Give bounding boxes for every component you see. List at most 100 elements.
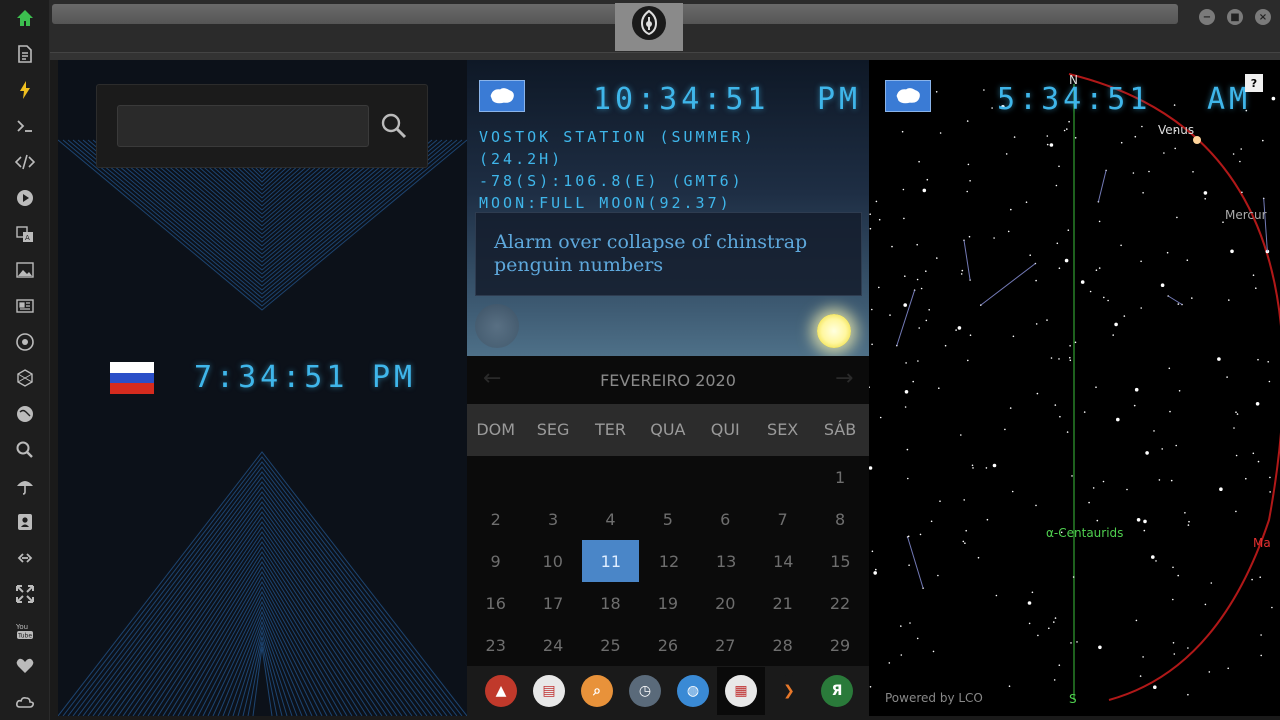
contacts-icon[interactable] <box>13 510 37 534</box>
calendar-day[interactable]: 6 <box>697 498 754 540</box>
prev-month-button[interactable]: ← <box>483 366 501 391</box>
calendar-day[interactable]: 19 <box>639 582 696 624</box>
calendar-day[interactable]: 3 <box>524 498 581 540</box>
calendar-day[interactable]: 10 <box>524 540 581 582</box>
calendar-day[interactable]: 20 <box>697 582 754 624</box>
search-button[interactable] <box>377 105 411 147</box>
calendar-day[interactable]: 15 <box>812 540 869 582</box>
calendar-day[interactable]: 9 <box>467 540 524 582</box>
calendar-week: 16 17 18 19 20 21 22 <box>467 582 869 624</box>
image-icon[interactable] <box>13 258 37 282</box>
calendar-day[interactable]: 14 <box>755 540 812 582</box>
rebel-logo-icon[interactable] <box>632 6 666 40</box>
calendar-day[interactable]: 29 <box>811 624 868 666</box>
day-length: (24.2H) <box>479 150 564 168</box>
south-label: S <box>1069 692 1077 706</box>
maximize-button[interactable]: ■ <box>1227 9 1243 25</box>
news-headline[interactable]: Alarm over collapse of chinstrap penguin… <box>475 212 862 296</box>
calendar-day[interactable]: 16 <box>467 582 524 624</box>
sky-map-panel: 5:34:51 AM ? N S Venus Mercur Ma α-Centa… <box>869 60 1280 716</box>
search-input[interactable] <box>117 105 369 147</box>
translate-icon[interactable]: A <box>13 222 37 246</box>
calendar-day[interactable]: 1 <box>811 456 868 498</box>
toolbar-strip <box>50 52 1280 60</box>
calendar-day[interactable]: 26 <box>639 624 696 666</box>
calendar-week: 1 <box>467 456 869 498</box>
star-map[interactable] <box>869 60 1280 716</box>
rebel-icon[interactable] <box>13 330 37 354</box>
svg-text:Tube: Tube <box>17 633 32 640</box>
dock-app-clock-icon: ◷ <box>629 675 661 707</box>
dock-app-play-button[interactable]: ❯ <box>769 671 809 711</box>
calendar-day[interactable]: 8 <box>811 498 868 540</box>
weekday-label: SEX <box>767 420 799 439</box>
next-month-button[interactable]: → <box>835 366 853 391</box>
calendar-day[interactable]: 12 <box>640 540 697 582</box>
cloud-icon[interactable] <box>13 690 37 714</box>
venus-label: Venus <box>1158 123 1195 137</box>
weekday-label: DOM <box>476 420 516 439</box>
globe-icon[interactable] <box>13 402 37 426</box>
dock-app-clock-button[interactable]: ◷ <box>625 671 665 711</box>
document-icon[interactable] <box>13 42 37 66</box>
calendar-day[interactable]: 24 <box>524 624 581 666</box>
news-icon[interactable] <box>13 294 37 318</box>
heart-icon[interactable] <box>13 654 37 678</box>
search-widget <box>96 84 428 168</box>
dock-app-search-icon: ⌕ <box>581 675 613 707</box>
calendar-day[interactable]: 25 <box>582 624 639 666</box>
terminal-icon[interactable] <box>13 114 37 138</box>
weekday-label: QUI <box>710 420 740 439</box>
calendar-day[interactable]: 17 <box>524 582 581 624</box>
calendar-day[interactable]: 18 <box>582 582 639 624</box>
search-icon[interactable] <box>13 438 37 462</box>
code-icon[interactable] <box>13 150 37 174</box>
home-icon[interactable] <box>13 6 37 30</box>
coordinates: -78(S):106.8(E) (GMT6) <box>479 172 744 190</box>
dock-app-red-icon: ▲ <box>485 675 517 707</box>
calendar-day[interactable]: 28 <box>754 624 811 666</box>
station-ampm: PM <box>817 82 862 117</box>
calendar-grid: 1 2 3 4 5 6 7 8 9 10 11 12 13 14 15 16 17 18 19 20 21 22 23 24 2… <box>467 456 869 666</box>
calendar-day[interactable]: 21 <box>754 582 811 624</box>
calendar-day[interactable]: 27 <box>697 624 754 666</box>
dock-app-search-button[interactable]: ⌕ <box>577 671 617 711</box>
dock-app-red-button[interactable]: ▲ <box>481 671 521 711</box>
bolt-icon[interactable] <box>13 78 37 102</box>
calendar-day[interactable]: 2 <box>467 498 524 540</box>
calendar-day[interactable]: 4 <box>582 498 639 540</box>
umbrella-icon[interactable] <box>13 474 37 498</box>
calendar-day[interactable]: 22 <box>811 582 868 624</box>
play-icon[interactable] <box>13 186 37 210</box>
antarctica-flag-icon <box>479 80 525 112</box>
dock-app-calendar-icon: ▦ <box>725 675 757 707</box>
powered-by-label: Powered by LCO <box>885 691 983 705</box>
calendar-month: FEVEREIRO 2020 <box>600 370 736 390</box>
youtube-icon[interactable]: You Tube <box>13 618 37 642</box>
dock-app-calendar-button[interactable]: ▦ <box>717 667 765 715</box>
weekday-header: DOM SEG TER QUA QUI SEX SÁB <box>467 404 869 456</box>
dock-app-globe-button[interactable]: ◍ <box>673 671 713 711</box>
hexagon-icon[interactable] <box>13 366 37 390</box>
dock-app-yandex-button[interactable]: Я <box>817 671 857 711</box>
dock-app-news-button[interactable]: ▤ <box>529 671 569 711</box>
world-clock-panel: 10:34:51 PM VOSTOK STATION (SUMMER) (24.… <box>467 60 869 356</box>
calendar-day[interactable]: 7 <box>754 498 811 540</box>
sidebar: A You Tube <box>0 0 50 720</box>
help-button[interactable]: ? <box>1245 74 1263 92</box>
dock-app-yandex-icon: Я <box>821 675 853 707</box>
calendar-day[interactable]: 5 <box>639 498 696 540</box>
dock-app-play-icon: ❯ <box>773 675 805 707</box>
sky-time: 5:34:51 <box>997 82 1152 117</box>
antarctica-flag-icon <box>885 80 931 112</box>
calendar-day[interactable]: 23 <box>467 624 524 666</box>
calendar-day-today[interactable]: 11 <box>582 540 640 582</box>
calendar-day[interactable]: 13 <box>698 540 755 582</box>
calendar-day <box>524 456 581 498</box>
minimize-button[interactable]: − <box>1199 9 1215 25</box>
search-icon <box>381 113 407 139</box>
weekday-label: SÁB <box>823 420 857 439</box>
expand-icon[interactable] <box>13 582 37 606</box>
link-icon[interactable] <box>13 546 37 570</box>
close-button[interactable]: × <box>1255 9 1271 25</box>
